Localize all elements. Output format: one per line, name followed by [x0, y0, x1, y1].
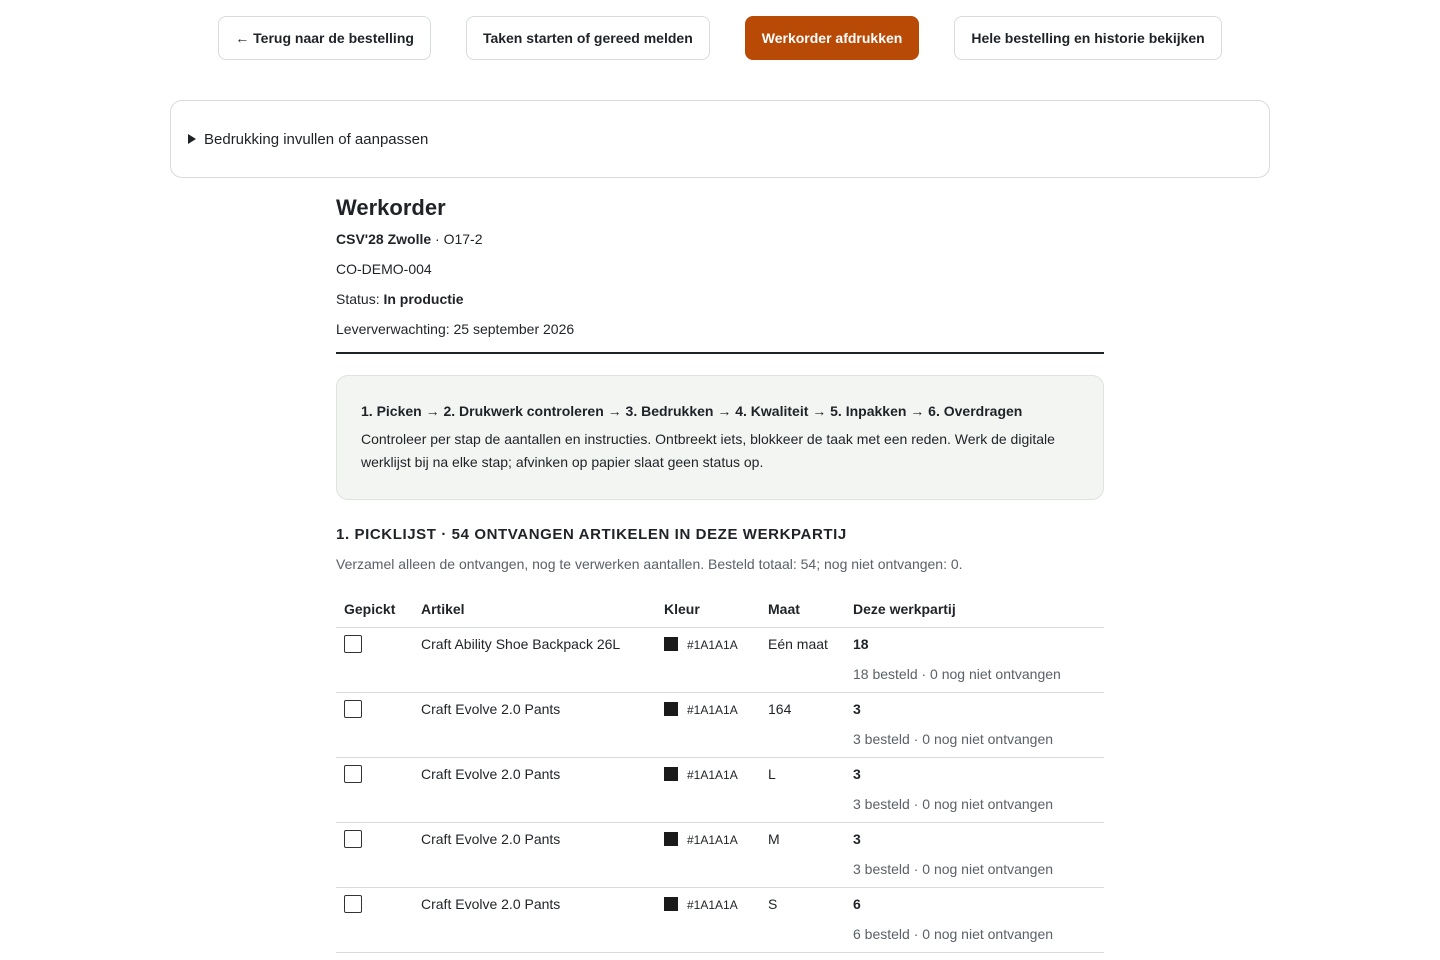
color-code: #1A1A1A: [687, 768, 738, 782]
picklist-subtitle: Verzamel alleen de ontvangen, nog te ver…: [336, 556, 963, 572]
workorder-document: Werkorder CSV'28 Zwolle · O17-2 CO-DEMO-…: [336, 190, 1104, 953]
qty-cell: 3 3 besteld · 0 nog niet ontvangen: [845, 822, 1104, 888]
picked-checkbox[interactable]: [344, 700, 362, 718]
batch-qty: 3: [853, 766, 861, 782]
batch-qty: 3: [853, 831, 861, 847]
action-toolbar: ← Terug naar de bestelling Taken starten…: [0, 16, 1440, 60]
size-value: M: [760, 822, 845, 888]
color-code: #1A1A1A: [687, 898, 738, 912]
color-cell: #1A1A1A: [656, 887, 760, 953]
table-row: Craft Evolve 2.0 Pants #1A1A1A S 6 6 best…: [336, 887, 1104, 953]
picklist-title: 1. PICKLIJST · 54 ONTVANGEN ARTIKELEN IN…: [336, 526, 847, 543]
picked-checkbox[interactable]: [344, 895, 362, 913]
color-swatch: [664, 897, 678, 911]
status-value: In productie: [383, 291, 464, 307]
qty-cell: 18 18 besteld · 0 nog niet ontvangen: [845, 627, 1104, 693]
color-cell: #1A1A1A: [656, 627, 760, 693]
delivery-label: Leververwachting:: [336, 321, 454, 337]
color-code: #1A1A1A: [687, 833, 738, 847]
color-swatch: [664, 832, 678, 846]
batch-qty: 18: [853, 636, 869, 652]
size-value: 164: [760, 692, 845, 758]
club-line: CSV'28 Zwolle · O17-2: [336, 230, 1104, 248]
order-code: CO-DEMO-004: [336, 261, 432, 277]
size-value: S: [760, 887, 845, 953]
club-name: CSV'28 Zwolle: [336, 231, 432, 247]
column-header-picked: Gepickt: [336, 591, 413, 628]
qty-detail: 18 besteld · 0 nog niet ontvangen: [853, 666, 1061, 682]
disclosure-triangle-icon: [188, 134, 196, 144]
print-details-toggle[interactable]: Bedrukking invullen of aanpassen: [170, 100, 1270, 178]
status-label: Status:: [336, 291, 384, 307]
picked-checkbox[interactable]: [344, 635, 362, 653]
meta-separator: ·: [431, 231, 444, 247]
color-swatch: [664, 767, 678, 781]
delivery-date: 25 september 2026: [453, 321, 575, 337]
qty-detail: 6 besteld · 0 nog niet ontvangen: [853, 926, 1054, 942]
qty-cell: 3 3 besteld · 0 nog niet ontvangen: [845, 757, 1104, 823]
article-name: Craft Evolve 2.0 Pants: [413, 692, 656, 758]
print-workorder-button[interactable]: Werkorder afdrukken: [744, 16, 920, 60]
steps-flow: 1. Picken → 2. Drukwerk controleren → 3.…: [361, 403, 1023, 419]
steps-description: Controleer per stap de aantallen en inst…: [361, 431, 1055, 470]
table-header-row: Gepickt Artikel Kleur Maat Deze werkpart…: [336, 591, 1104, 628]
color-code: #1A1A1A: [687, 638, 738, 652]
size-value: L: [760, 757, 845, 823]
table-row: Craft Evolve 2.0 Pants #1A1A1A 164 3 3 be…: [336, 692, 1104, 758]
color-swatch: [664, 702, 678, 716]
qty-cell: 6 6 besteld · 0 nog niet ontvangen: [845, 887, 1104, 953]
view-history-button[interactable]: Hele bestelling en historie bekijken: [954, 16, 1222, 60]
picklist-table: Gepickt Artikel Kleur Maat Deze werkpart…: [336, 591, 1104, 953]
status-line: Status: In productie: [336, 290, 1104, 308]
article-name: Craft Ability Shoe Backpack 26L: [413, 627, 656, 693]
header-divider: [336, 352, 1104, 354]
print-details-summary: Bedrukking invullen of aanpassen: [204, 130, 429, 148]
table-row: Craft Evolve 2.0 Pants #1A1A1A L 3 3 best…: [336, 757, 1104, 823]
qty-detail: 3 besteld · 0 nog niet ontvangen: [853, 861, 1054, 877]
page-title: Werkorder: [336, 195, 446, 220]
batch-qty: 6: [853, 896, 861, 912]
column-header-batch-qty: Deze werkpartij: [845, 591, 1104, 628]
order-reference: O17-2: [443, 231, 483, 247]
article-name: Craft Evolve 2.0 Pants: [413, 757, 656, 823]
column-header-color: Kleur: [656, 591, 760, 628]
picked-checkbox[interactable]: [344, 830, 362, 848]
start-tasks-button[interactable]: Taken starten of gereed melden: [465, 16, 710, 60]
color-cell: #1A1A1A: [656, 822, 760, 888]
article-name: Craft Evolve 2.0 Pants: [413, 887, 656, 953]
table-row: Craft Evolve 2.0 Pants #1A1A1A M 3 3 best…: [336, 822, 1104, 888]
qty-detail: 3 besteld · 0 nog niet ontvangen: [853, 731, 1054, 747]
size-value: Eén maat: [760, 627, 845, 693]
column-header-size: Maat: [760, 591, 845, 628]
color-cell: #1A1A1A: [656, 692, 760, 758]
column-header-article: Artikel: [413, 591, 656, 628]
picked-checkbox[interactable]: [344, 765, 362, 783]
batch-qty: 3: [853, 701, 861, 717]
article-name: Craft Evolve 2.0 Pants: [413, 822, 656, 888]
color-code: #1A1A1A: [687, 703, 738, 717]
color-swatch: [664, 637, 678, 651]
qty-detail: 3 besteld · 0 nog niet ontvangen: [853, 796, 1054, 812]
qty-cell: 3 3 besteld · 0 nog niet ontvangen: [845, 692, 1104, 758]
color-cell: #1A1A1A: [656, 757, 760, 823]
back-to-order-button[interactable]: ← Terug naar de bestelling: [218, 16, 431, 60]
table-row: Craft Ability Shoe Backpack 26L #1A1A1A …: [336, 627, 1104, 693]
steps-panel: 1. Picken → 2. Drukwerk controleren → 3.…: [336, 375, 1104, 500]
delivery-line: Leververwachting: 25 september 2026: [336, 320, 1104, 338]
